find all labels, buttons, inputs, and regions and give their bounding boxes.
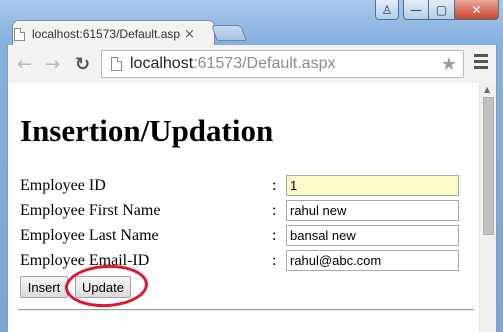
url-path: :61573/Default.aspx: [193, 55, 336, 72]
menu-icon[interactable]: [474, 54, 488, 72]
first-name-input[interactable]: [286, 200, 459, 221]
url-host: localhost: [130, 55, 194, 72]
divider: [18, 309, 474, 311]
employee-id-row: Employee ID :: [20, 175, 460, 197]
page-title: Insertion/Updation: [20, 113, 274, 148]
user-icon[interactable]: ♙: [375, 0, 399, 20]
page-icon: [14, 27, 25, 41]
close-window-button[interactable]: ✕: [455, 0, 499, 20]
first-name-label: Employee First Name: [20, 202, 161, 219]
browser-tab-content[interactable]: localhost:61573/Default.aspx ×: [14, 23, 204, 45]
last-name-label: Employee Last Name: [20, 227, 159, 244]
back-arrow-icon[interactable]: ←: [17, 54, 32, 75]
last-name-input[interactable]: [286, 225, 459, 246]
address-bar[interactable]: localhost:61573/Default.aspx ★: [101, 50, 464, 78]
colon: :: [272, 252, 277, 269]
reload-icon[interactable]: ↻: [75, 54, 90, 75]
tab-close-icon[interactable]: ×: [184, 27, 195, 42]
email-input[interactable]: [286, 250, 459, 271]
colon: :: [272, 227, 277, 244]
tab-title: localhost:61573/Default.aspx: [32, 27, 180, 41]
colon: :: [272, 177, 277, 194]
maximize-button[interactable]: ▢: [429, 0, 455, 20]
forward-arrow-icon[interactable]: →: [45, 54, 60, 75]
browser-window: ♙ — ▢ ✕ localhost:61573/Default.aspx × ←…: [0, 0, 503, 332]
last-name-row: Employee Last Name :: [20, 225, 460, 247]
colon: :: [272, 202, 277, 219]
browser-toolbar: ← → ↻ localhost:61573/Default.aspx ★: [7, 45, 497, 83]
minimize-button[interactable]: —: [403, 0, 429, 20]
vertical-scrollbar[interactable]: ▲: [479, 83, 496, 332]
employee-id-label: Employee ID: [20, 177, 106, 194]
insert-button[interactable]: Insert: [20, 276, 68, 298]
page-icon: [111, 57, 122, 71]
scroll-up-arrow-icon[interactable]: ▲: [484, 85, 490, 94]
first-name-row: Employee First Name :: [20, 200, 460, 222]
new-tab-button[interactable]: [211, 25, 247, 41]
page-viewport: Insertion/Updation Employee ID : Employe…: [7, 83, 497, 332]
scrollbar-thumb[interactable]: [483, 97, 494, 235]
employee-id-input[interactable]: [286, 175, 459, 196]
window-caption-buttons: ♙ — ▢ ✕: [375, 0, 499, 20]
bookmark-star-icon[interactable]: ★: [441, 54, 457, 75]
